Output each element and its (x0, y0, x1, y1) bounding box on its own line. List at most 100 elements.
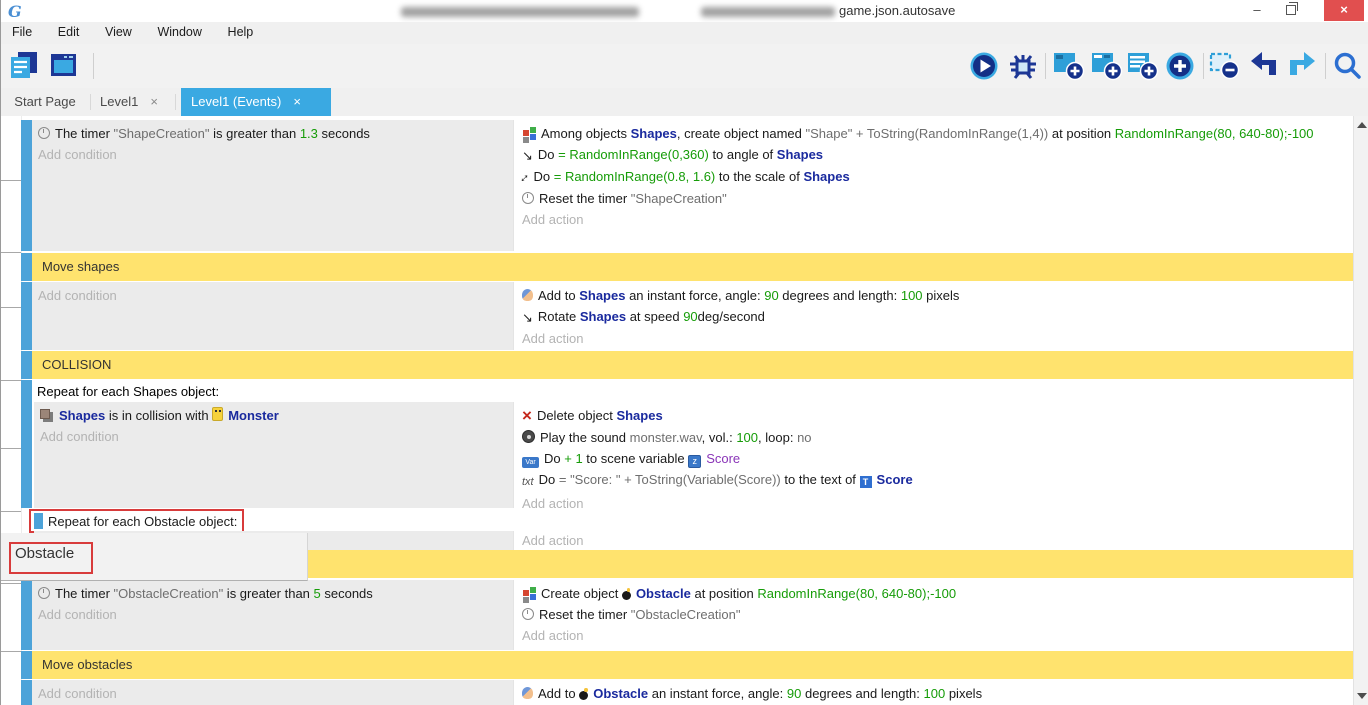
add-subevent-icon (1091, 51, 1123, 81)
object-name-annotation (9, 542, 93, 574)
tab-close-icon[interactable]: × (150, 94, 158, 109)
event-selection-bar[interactable] (34, 513, 43, 529)
tab-bar: Start Page Level1× Level1 (Events)× (1, 88, 1368, 116)
event-selection-bar[interactable] (21, 282, 32, 350)
event-selection-bar[interactable] (21, 680, 32, 705)
add-action-link[interactable]: Add action (522, 209, 1353, 230)
scroll-up-icon[interactable] (1357, 122, 1367, 128)
action-line[interactable]: Create object Obstacle at position Rando… (522, 583, 1353, 604)
toolbar-separator (93, 53, 94, 79)
add-action-link[interactable]: Add action (522, 531, 1353, 550)
sound-icon (522, 430, 535, 443)
action-line[interactable]: Rotate Shapes at speed 90deg/second (522, 306, 1353, 328)
event-selection-bar[interactable] (21, 120, 32, 251)
event1-actions: Among objects Shapes, create object name… (513, 120, 1353, 251)
event3-actions: Delete object Shapes Play the sound mons… (513, 402, 1353, 508)
timer-icon (38, 127, 50, 139)
redo-button[interactable] (1287, 51, 1319, 81)
event-selection-bar[interactable] (21, 351, 32, 379)
var-icon (522, 457, 539, 468)
add-action-link[interactable]: Add action (522, 493, 1353, 508)
scroll-down-icon[interactable] (1357, 693, 1367, 699)
event5-conditions: The timer "ObstacleCreation" is greater … (32, 580, 513, 650)
action-line[interactable]: Delete object Shapes (522, 405, 1353, 427)
action-line[interactable]: Add to Shapes an instant force, angle: 9… (522, 285, 1353, 306)
action-line[interactable]: Do = RandomInRange(0,360) to angle of Sh… (522, 144, 1353, 166)
comment-move-shapes[interactable]: Move shapes (32, 253, 1353, 281)
events-editor: The timer "ShapeCreation" is greater tha… (1, 116, 1368, 705)
menu-help[interactable]: Help (217, 22, 265, 39)
add-action-link[interactable]: Add action (522, 625, 1353, 646)
delete-event-button[interactable] (1209, 51, 1241, 81)
add-condition-link[interactable]: Add condition (38, 144, 513, 165)
add-action-link[interactable]: Add action (522, 328, 1353, 349)
menu-view[interactable]: View (94, 22, 143, 39)
event2-actions: Add to Shapes an instant force, angle: 9… (513, 282, 1353, 350)
add-event-icon (1053, 51, 1085, 81)
comment-move-obstacles[interactable]: Move obstacles (32, 651, 1353, 679)
action-line[interactable]: Do = "Score: " + ToString(Variable(Score… (522, 469, 1353, 493)
vertical-scrollbar[interactable] (1353, 116, 1368, 705)
condition-line[interactable]: Shapes is in collision with Monster (40, 405, 513, 426)
minimize-button[interactable]: – (1242, 0, 1272, 21)
angle-icon (522, 145, 533, 166)
menu-edit[interactable]: Edit (47, 22, 91, 39)
undo-button[interactable] (1249, 51, 1281, 81)
action-line[interactable]: Do = RandomInRange(0.8, 1.6) to the scal… (522, 166, 1353, 188)
blurred-title-text (701, 7, 835, 17)
close-button[interactable]: × (1324, 0, 1364, 21)
event-selection-bar[interactable] (21, 380, 32, 508)
action-line[interactable]: Reset the timer "ShapeCreation" (522, 188, 1353, 209)
add-condition-link[interactable]: Add condition (38, 683, 513, 704)
event-selection-bar[interactable] (21, 253, 32, 281)
event2-conditions: Add condition (32, 282, 513, 350)
add-condition-link[interactable]: Add condition (38, 285, 513, 306)
action-line[interactable]: Do + 1 to scene variable Score (522, 448, 1353, 469)
tab-start-page[interactable]: Start Page (1, 88, 89, 116)
event-selection-bar[interactable] (21, 651, 32, 679)
repeat-obstacle-header[interactable]: Repeat for each Obstacle object: (48, 513, 237, 530)
tab-separator (90, 94, 91, 110)
create-icon (523, 590, 529, 596)
restore-icon (1286, 5, 1296, 15)
add-comment-button[interactable] (1127, 51, 1159, 81)
add-other-event-button[interactable] (1165, 51, 1197, 81)
project-manager-button[interactable] (9, 51, 41, 81)
action-line[interactable]: Add to Obstacle an instant force, angle:… (522, 683, 1353, 704)
add-comment-icon (1127, 51, 1159, 81)
action-line[interactable]: Play the sound monster.wav, vol.: 100, l… (522, 427, 1353, 448)
play-button[interactable] (969, 51, 1001, 81)
action-line[interactable]: Among objects Shapes, create object name… (522, 123, 1353, 144)
add-condition-link[interactable]: Add condition (40, 426, 513, 447)
menu-file[interactable]: File (1, 22, 43, 39)
timer-icon (522, 608, 534, 620)
debug-button[interactable] (1007, 51, 1039, 81)
varbadge-icon (688, 455, 701, 468)
restore-button[interactable] (1276, 0, 1306, 21)
title-bar: G game.json.autosave – × (1, 0, 1368, 23)
menu-bar: File Edit View Window Help (1, 22, 1368, 45)
tab-level1[interactable]: Level1× (98, 88, 176, 116)
toolbar (1, 44, 1368, 88)
condition-line[interactable]: The timer "ObstacleCreation" is greater … (38, 583, 513, 604)
tab-level1-events[interactable]: Level1 (Events)× (181, 88, 331, 116)
repeat-shapes-header[interactable]: Repeat for each Shapes object: (37, 382, 219, 402)
toolbar-separator (1045, 53, 1046, 79)
scene-editor-button[interactable] (49, 51, 81, 81)
tab-close-icon[interactable]: × (293, 94, 301, 109)
add-subevent-button[interactable] (1091, 51, 1123, 81)
monster-icon (212, 407, 223, 421)
event-selection-bar[interactable] (21, 580, 32, 650)
menu-window[interactable]: Window (146, 22, 212, 39)
add-event-button[interactable] (1053, 51, 1085, 81)
hand-icon (522, 289, 533, 301)
gdevelop-window: G game.json.autosave – × File Edit View … (0, 0, 1368, 705)
add-condition-link[interactable]: Add condition (38, 604, 513, 625)
toolbar-separator (1203, 53, 1204, 79)
comment-collision[interactable]: COLLISION (32, 351, 1353, 379)
condition-line[interactable]: The timer "ShapeCreation" is greater tha… (38, 123, 513, 144)
debug-bug-icon (1007, 51, 1039, 81)
app-logo-icon: G (7, 2, 25, 23)
search-button[interactable] (1333, 51, 1365, 81)
action-line[interactable]: Reset the timer "ObstacleCreation" (522, 604, 1353, 625)
